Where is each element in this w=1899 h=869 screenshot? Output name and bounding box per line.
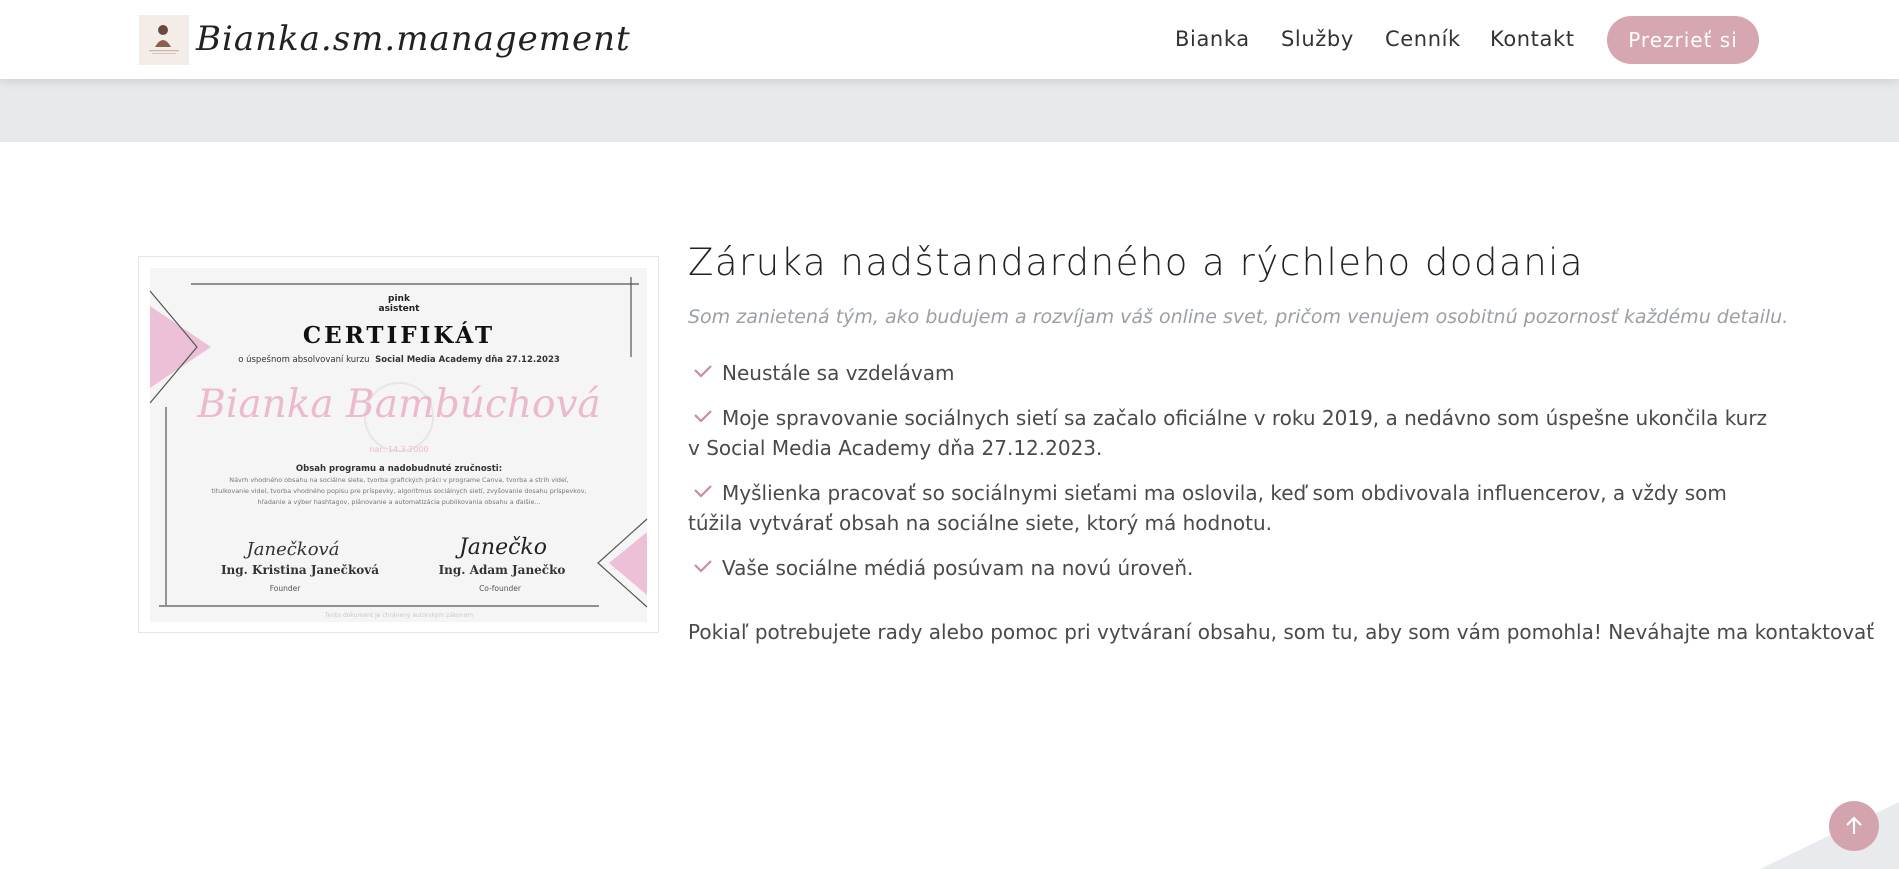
check-icon xyxy=(694,410,712,423)
fact-text: Vaše sociálne médiá posúvam na novú úrov… xyxy=(722,556,1194,580)
check-icon xyxy=(694,365,712,378)
section-subtitle: Som zanietená tým, ako budujem a rozvíja… xyxy=(688,306,1789,328)
cert-course-line: o úspešnom absolvovaní kurzu Social Medi… xyxy=(238,354,560,365)
cert-footer-note: Tento dokument je chránený autorským zák… xyxy=(324,612,473,619)
brand-name[interactable]: Bianka.sm.management xyxy=(196,14,631,64)
cert-program-line: Návrh vhodného obsahu na sociálne siete,… xyxy=(229,476,568,484)
fact-text: Moje spravovanie sociálnych sietí sa zač… xyxy=(688,406,1768,460)
cert-program-heading: Obsah programu a nadobudnuté zručnosti: xyxy=(296,463,502,474)
hero-band xyxy=(0,79,1899,142)
cert-course-bold: Social Media Academy dňa 27.12.2023 xyxy=(375,355,560,365)
nav-link-bianka[interactable]: Bianka xyxy=(1175,0,1250,79)
nav-link-kontakt[interactable]: Kontakt xyxy=(1490,0,1575,79)
site-header: Bianka.sm.management Bianka Služby Cenní… xyxy=(0,0,1899,79)
closing-text: Pokiaľ potrebujete rady alebo pomoc pri … xyxy=(688,620,1875,644)
check-icon xyxy=(694,560,712,573)
cert-signer-1-name: Ing. Kristina Janečková xyxy=(221,563,379,577)
brand-logo[interactable] xyxy=(139,15,189,65)
cert-signer-2-name: Ing. Adam Janečko xyxy=(439,563,566,577)
cert-signature-2: Janečko xyxy=(455,535,547,560)
section-title: Záruka nadštandardného a rýchleho dodani… xyxy=(688,241,1585,284)
arrow-up-icon xyxy=(1846,816,1862,834)
list-item: Neustále sa vzdelávam xyxy=(688,358,1768,388)
fact-text: Myšlienka pracovať so sociálnymi sieťami… xyxy=(688,481,1727,535)
facts-list: Neustále sa vzdelávam Moje spravovanie s… xyxy=(688,358,1768,598)
nav-link-cennik[interactable]: Cenník xyxy=(1385,0,1461,79)
cert-signer-1-role: Founder xyxy=(270,584,302,593)
cert-birth: nar: 14.3.2000 xyxy=(369,445,428,454)
cert-program-line: hľadanie a výber hashtagov, plánovanie a… xyxy=(257,498,540,506)
certificate-image: pink asistent CERTIFIKÁT o úspešnom abso… xyxy=(149,268,648,622)
cert-recipient-name: Bianka Bambúchová xyxy=(196,382,600,427)
certificate-card: pink asistent CERTIFIKÁT o úspešnom abso… xyxy=(138,256,659,633)
cert-program-line: titulkovanie videí, tvorba vhodného popi… xyxy=(211,487,586,495)
check-icon xyxy=(694,485,712,498)
back-to-top-button[interactable] xyxy=(1829,801,1879,851)
cert-course-prefix: o úspešnom absolvovaní kurzu xyxy=(238,354,369,365)
list-item: Moje spravovanie sociálnych sietí sa zač… xyxy=(688,403,1768,463)
nav-link-sluzby[interactable]: Služby xyxy=(1281,0,1354,79)
cert-signer-2-role: Co-founder xyxy=(479,584,522,593)
cert-heading: CERTIFIKÁT xyxy=(303,322,495,349)
list-item: Vaše sociálne médiá posúvam na novú úrov… xyxy=(688,553,1768,583)
cert-signature-1: Janečková xyxy=(243,539,340,560)
list-item: Myšlienka pracovať so sociálnymi sieťami… xyxy=(688,478,1768,538)
cert-brand-top: pink xyxy=(388,294,411,304)
fact-text: Neustále sa vzdelávam xyxy=(722,361,955,385)
view-cta-button[interactable]: Prezrieť si xyxy=(1607,16,1759,64)
cert-brand-bottom: asistent xyxy=(379,304,421,314)
